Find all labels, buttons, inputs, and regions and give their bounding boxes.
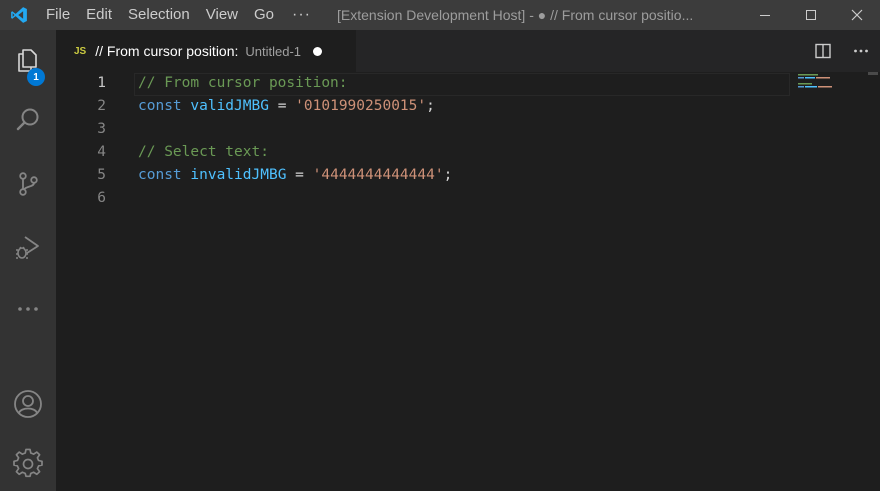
explorer-badge: 1: [27, 68, 45, 86]
code-text: // From cursor position:: [138, 72, 348, 95]
overview-ruler-mark: [868, 72, 878, 75]
title-bar: File Edit Selection View Go ··· [Extensi…: [0, 0, 880, 30]
manage-button[interactable]: [0, 440, 56, 488]
ellipsis-icon: [18, 307, 38, 311]
source-control-icon: [19, 172, 38, 196]
vertical-scrollbar[interactable]: [866, 72, 880, 491]
code-text: // Select text:: [138, 141, 269, 164]
line-number: 6: [97, 190, 106, 206]
source-control-button[interactable]: [0, 160, 56, 208]
vscode-logo-icon: [0, 0, 38, 30]
minimize-icon: [760, 15, 770, 16]
code-token: ;: [426, 98, 435, 114]
split-editor-button[interactable]: [804, 30, 842, 72]
account-icon: [14, 390, 42, 418]
close-icon: [851, 9, 863, 21]
code-text: const invalidJMBG = '4444444444444';: [138, 164, 452, 187]
menu-go[interactable]: Go: [246, 0, 282, 30]
code-token: const: [138, 167, 182, 183]
split-editor-icon: [815, 43, 831, 59]
code-token: const: [138, 98, 182, 114]
tab-title: // From cursor position:: [95, 43, 239, 59]
window-title: [Extension Development Host] - ● // From…: [337, 7, 694, 23]
editor-tab-bar: JS // From cursor position: Untitled-1: [56, 30, 880, 72]
menu-selection[interactable]: Selection: [120, 0, 198, 30]
minimap[interactable]: [796, 72, 846, 102]
line-number: 2: [97, 98, 106, 114]
menu-view[interactable]: View: [198, 0, 246, 30]
search-icon: [16, 108, 39, 131]
code-line[interactable]: 5 const invalidJMBG = '4444444444444';: [56, 164, 796, 187]
code-token: =: [268, 98, 296, 114]
ellipsis-icon: [854, 49, 868, 53]
code-token: validJMBG: [190, 98, 269, 114]
search-button[interactable]: [0, 96, 56, 144]
code-token: '0101990250015': [295, 98, 427, 114]
code-line[interactable]: 1 // From cursor position:: [56, 72, 796, 95]
line-number: 3: [97, 121, 106, 137]
code-text: const validJMBG = '0101990250015';: [138, 95, 435, 118]
close-window-button[interactable]: [834, 0, 880, 30]
code-line[interactable]: 2 const validJMBG = '0101990250015';: [56, 95, 796, 118]
code-token: =: [286, 167, 313, 183]
code-line[interactable]: 6: [56, 187, 796, 210]
menu-file[interactable]: File: [38, 0, 78, 30]
maximize-icon: [806, 10, 816, 20]
line-number: 1: [97, 75, 106, 91]
code-token: // From cursor position:: [138, 75, 348, 91]
line-number: 5: [97, 167, 106, 183]
more-views-button[interactable]: [0, 285, 56, 333]
code-token: '4444444444444': [312, 167, 444, 183]
tab-description: Untitled-1: [245, 43, 302, 59]
menu-bar: File Edit Selection View Go ···: [38, 0, 321, 30]
gear-icon: [13, 448, 43, 478]
run-debug-icon: [16, 236, 39, 259]
code-token: invalidJMBG: [190, 167, 287, 183]
code-editor[interactable]: 1 // From cursor position: 2 const validJMB…: [56, 72, 880, 491]
menu-more-icon[interactable]: ···: [282, 6, 321, 24]
maximize-button[interactable]: [788, 0, 834, 30]
line-number: 4: [97, 144, 106, 160]
code-token: // Select text:: [138, 144, 269, 160]
code-token: ;: [443, 167, 453, 183]
menu-edit[interactable]: Edit: [78, 0, 120, 30]
javascript-file-icon: JS: [74, 45, 87, 57]
accounts-button[interactable]: [0, 380, 56, 428]
window-controls: [742, 0, 880, 30]
code-line[interactable]: 3: [56, 118, 796, 141]
explorer-button[interactable]: 1: [0, 36, 56, 86]
minimize-button[interactable]: [742, 0, 788, 30]
editor-tab-untitled-1[interactable]: JS // From cursor position: Untitled-1: [56, 30, 356, 72]
run-debug-button[interactable]: [0, 223, 56, 271]
activity-bar: 1: [0, 30, 56, 491]
minimap-preview: [798, 74, 832, 88]
unsaved-dot-icon[interactable]: [313, 46, 323, 56]
editor-actions: [804, 30, 880, 72]
more-actions-button[interactable]: [842, 30, 880, 72]
code-line[interactable]: 4 // Select text:: [56, 141, 796, 164]
